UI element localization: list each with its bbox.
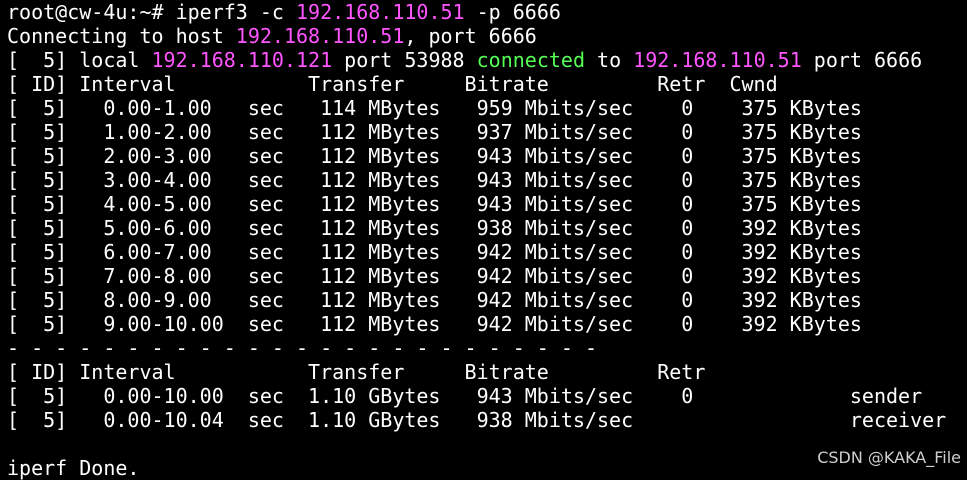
table-row: [ 5] 4.00-5.00 sec 112 MBytes 943 Mbits/… [7,192,862,216]
command-suffix: -p 6666 [464,0,561,24]
separator-line: - - - - - - - - - - - - - - - - - - - - … [7,336,598,360]
table-row: [ 5] 1.00-2.00 sec 112 MBytes 937 Mbits/… [7,120,862,144]
summary-header: [ ID] Interval Transfer Bitrate Retr [7,360,706,384]
table-row: [ 5] 9.00-10.00 sec 112 MBytes 942 Mbits… [7,312,862,336]
table-row: [ 5] 6.00-7.00 sec 112 MBytes 942 Mbits/… [7,240,862,264]
watermark: CSDN @KAKA_File [817,448,961,467]
connecting-host: 192.168.110.51 [235,24,405,48]
shell-prompt: root@cw-4u:~# [7,0,176,24]
local-port: port 53988 [332,48,477,72]
command-line: root@cw-4u:~# iperf3 -c 192.168.110.51 -… [7,0,967,24]
remote-ip: 192.168.110.51 [633,48,802,72]
table-row: [ 5] 5.00-6.00 sec 112 MBytes 938 Mbits/… [7,216,862,240]
command-prefix: iperf3 -c [175,0,296,24]
table-row: [ 5] 2.00-3.00 sec 112 MBytes 943 Mbits/… [7,144,862,168]
connecting-line: Connecting to host 192.168.110.51, port … [7,24,967,48]
terminal-window[interactable]: root@cw-4u:~# iperf3 -c 192.168.110.51 -… [0,0,967,480]
connecting-suffix: , port 6666 [404,24,537,48]
local-connection-line: [ 5] local 192.168.110.121 port 53988 co… [7,48,967,72]
table-row: [ 5] 0.00-1.00 sec 114 MBytes 959 Mbits/… [7,96,862,120]
table-row: [ 5] 3.00-4.00 sec 112 MBytes 943 Mbits/… [7,168,862,192]
to-word: to [585,48,634,72]
connected-word: connected [476,48,585,72]
local-ip: 192.168.110.121 [151,48,333,72]
summary-row: [ 5] 0.00-10.00 sec 1.10 GBytes 943 Mbit… [7,384,923,408]
table-row: [ 5] 7.00-8.00 sec 112 MBytes 942 Mbits/… [7,264,862,288]
command-host: 192.168.110.51 [296,0,465,24]
summary-row: [ 5] 0.00-10.04 sec 1.10 GBytes 938 Mbit… [7,408,947,432]
remote-port: port 6666 [801,48,923,72]
table-header: [ ID] Interval Transfer Bitrate Retr Cwn… [7,72,778,96]
connecting-prefix: Connecting to host [7,24,236,48]
table-row: [ 5] 8.00-9.00 sec 112 MBytes 942 Mbits/… [7,288,862,312]
local-prefix: [ 5] local [7,48,152,72]
